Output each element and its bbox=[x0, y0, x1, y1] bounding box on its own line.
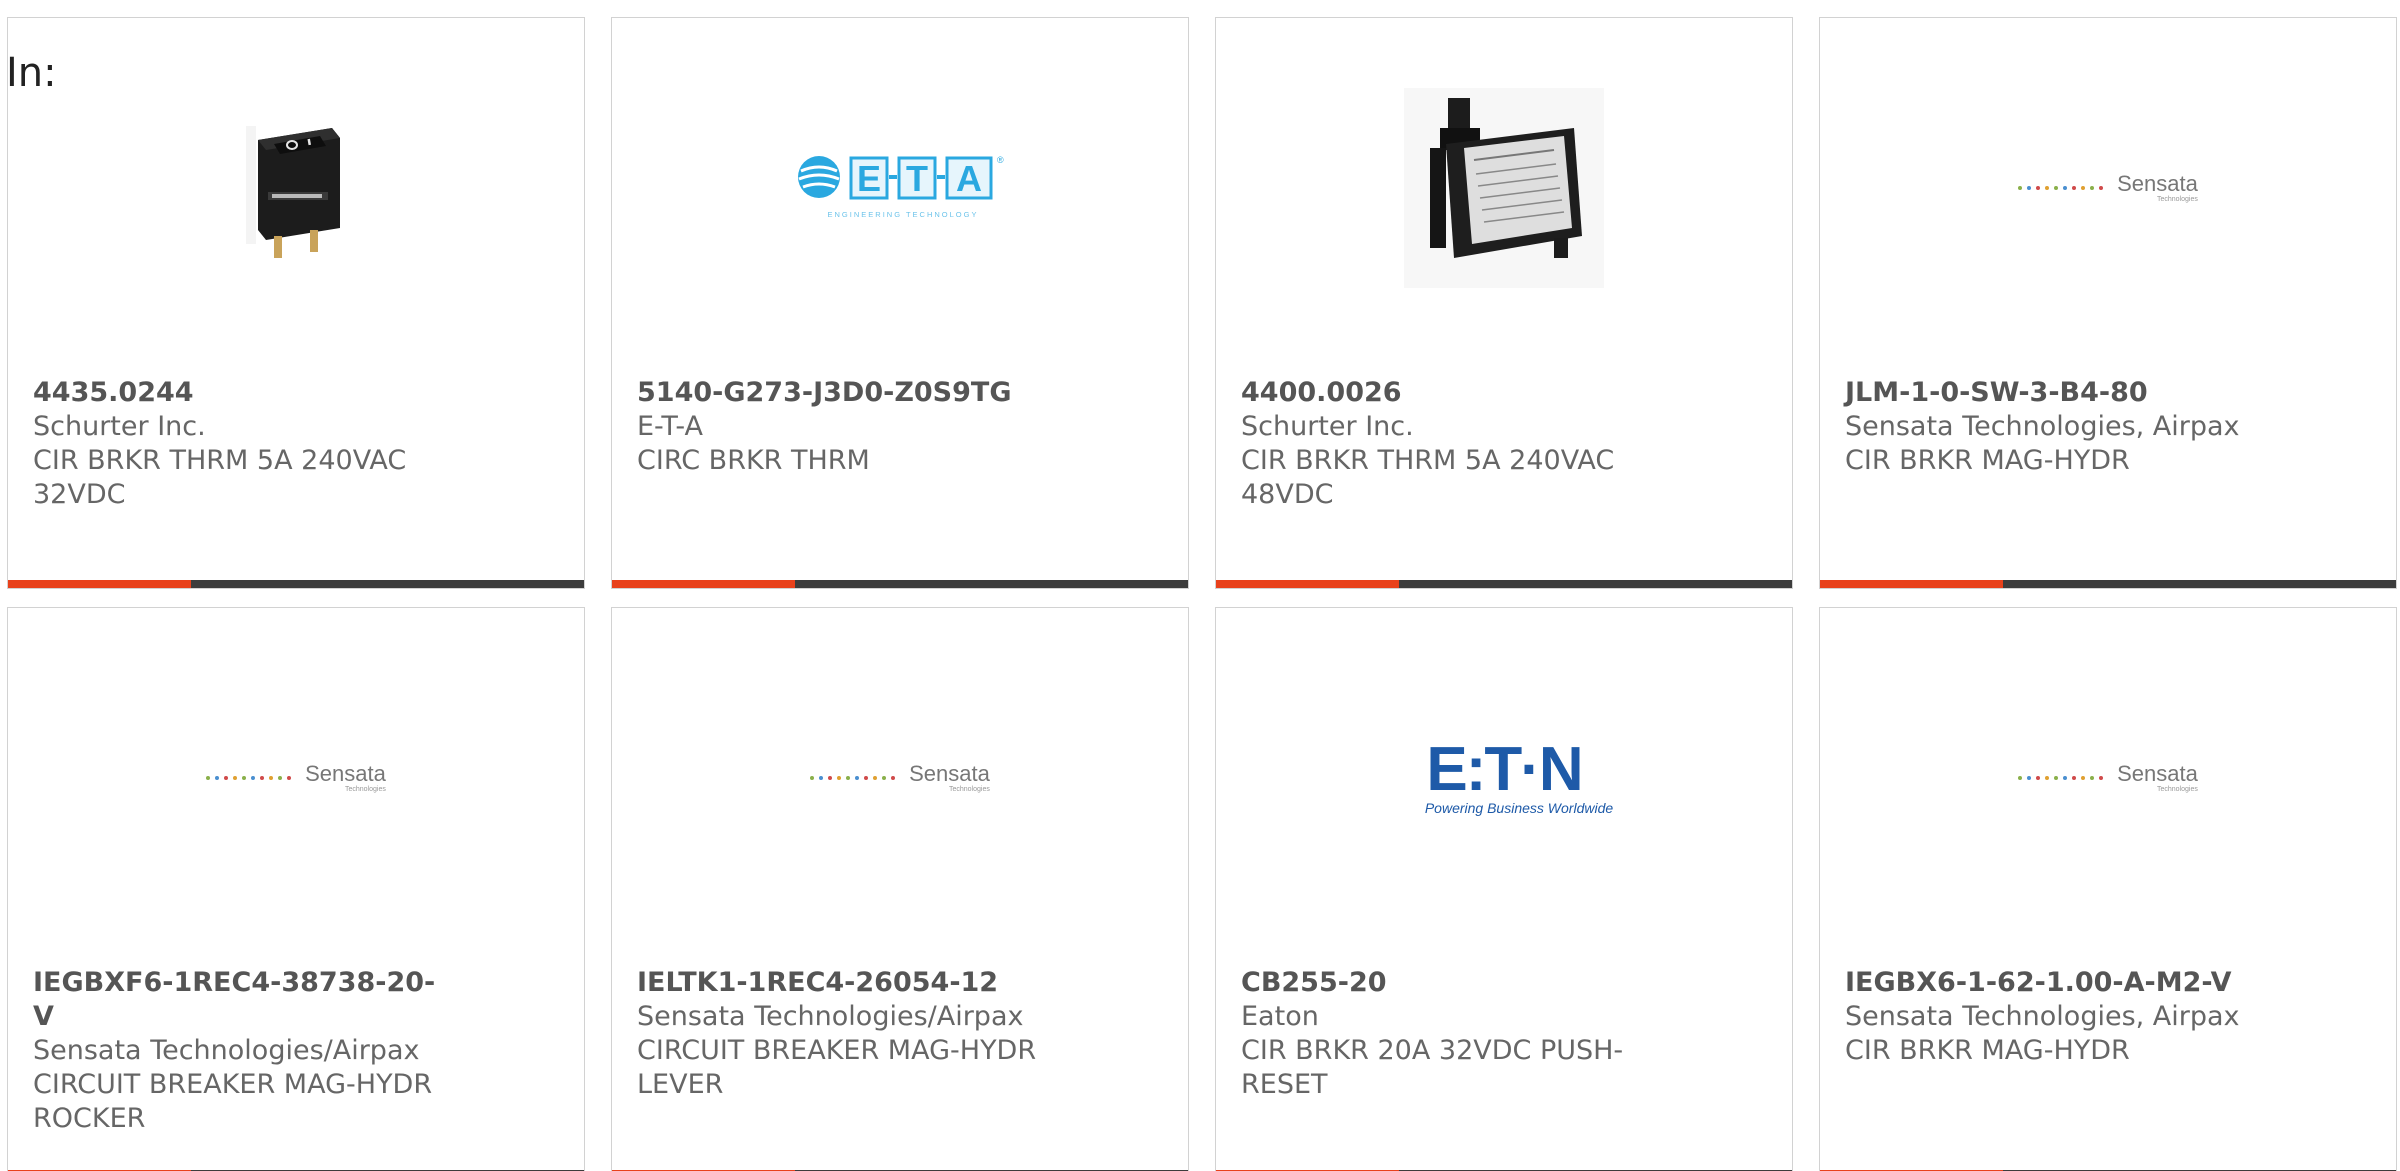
svg-text:A: A bbox=[956, 158, 982, 199]
eta-logo: E T A ® ENGINEERING TECHNOLOGY bbox=[795, 153, 1005, 223]
sensata-logo-text: Sensata bbox=[305, 761, 386, 786]
product-info: 5140-G273-J3D0-Z0S9TG E-T-A CIRC BRKR TH… bbox=[637, 376, 1057, 478]
product-card[interactable]: Sensata Technologies JLM-1-0-SW-3-B4-80 … bbox=[1819, 17, 2397, 589]
product-info: CB255-20 Eaton CIR BRKR 20A 32VDC PUSH- … bbox=[1241, 966, 1661, 1102]
manufacturer-name: Eaton bbox=[1241, 1001, 1319, 1032]
description-line: 32VDC bbox=[33, 479, 126, 510]
description-line: CIR BRKR MAG-HYDR bbox=[1845, 1035, 2130, 1066]
push-breaker-photo-icon bbox=[1404, 88, 1604, 288]
product-info: IELTK1-1REC4-26054-12 Sensata Technologi… bbox=[637, 966, 1057, 1102]
product-image[interactable]: Sensata Technologies bbox=[612, 608, 1188, 948]
description-line: CIRC BRKR THRM bbox=[637, 445, 870, 476]
product-card[interactable]: E T A ® ENGINEERING TECHNOLOGY 5140-G273… bbox=[611, 17, 1189, 589]
manufacturer-name: Schurter Inc. bbox=[33, 411, 206, 442]
product-info: IEGBX6-1-62-1.00-A-M2-V Sensata Technolo… bbox=[1845, 966, 2265, 1068]
card-bottom-bar bbox=[612, 580, 1188, 588]
svg-text:T: T bbox=[906, 158, 928, 199]
sensata-dots-icon bbox=[2018, 776, 2104, 780]
svg-text:ENGINEERING TECHNOLOGY: ENGINEERING TECHNOLOGY bbox=[828, 210, 979, 219]
part-number-link[interactable]: 4400.0026 bbox=[1241, 376, 1661, 410]
manufacturer-name: E-T-A bbox=[637, 411, 703, 442]
sensata-dots-icon bbox=[206, 776, 292, 780]
card-accent-bar bbox=[1820, 580, 2003, 588]
product-info: 4435.0244 Schurter Inc. CIR BRKR THRM 5A… bbox=[33, 376, 453, 512]
description-line: CIR BRKR 20A 32VDC PUSH- bbox=[1241, 1035, 1624, 1066]
eaton-logo: E:T·N Powering Business Worldwide bbox=[1395, 735, 1614, 817]
description-line: ROCKER bbox=[33, 1103, 146, 1134]
filter-in-label: In: bbox=[6, 50, 57, 96]
description-line: CIR BRKR THRM 5A 240VAC bbox=[33, 445, 407, 476]
svg-text:E: E bbox=[857, 158, 881, 199]
product-image[interactable]: E T A ® ENGINEERING TECHNOLOGY bbox=[612, 18, 1188, 358]
sensata-dots-icon bbox=[810, 776, 896, 780]
sensata-logo-text: Sensata bbox=[2117, 761, 2198, 786]
product-card[interactable]: E:T·N Powering Business Worldwide CB255-… bbox=[1215, 607, 1793, 1171]
sensata-logo: Sensata Technologies bbox=[810, 762, 990, 794]
description-line: CIRCUIT BREAKER MAG-HYDR bbox=[33, 1069, 433, 1100]
product-info: IEGBXF6-1REC4-38738-20-V Sensata Technol… bbox=[33, 966, 453, 1136]
product-card[interactable]: Sensata Technologies IELTK1-1REC4-26054-… bbox=[611, 607, 1189, 1171]
product-card[interactable]: 4400.0026 Schurter Inc. CIR BRKR THRM 5A… bbox=[1215, 17, 1793, 589]
product-image[interactable]: Sensata Technologies bbox=[8, 608, 584, 948]
sensata-logo-text: Sensata bbox=[909, 761, 990, 786]
part-number-link[interactable]: 5140-G273-J3D0-Z0S9TG bbox=[637, 376, 1057, 410]
sensata-logo: Sensata Technologies bbox=[2018, 762, 2198, 794]
sensata-logo-subtext: Technologies bbox=[948, 786, 990, 793]
product-card[interactable]: Sensata Technologies IEGBXF6-1REC4-38738… bbox=[7, 607, 585, 1171]
part-number-link[interactable]: IEGBX6-1-62-1.00-A-M2-V bbox=[1845, 966, 2265, 1000]
manufacturer-name: Sensata Technologies, Airpax bbox=[1845, 411, 2240, 442]
eta-logo-icon: E T A ® ENGINEERING TECHNOLOGY bbox=[798, 155, 1004, 219]
product-info: JLM-1-0-SW-3-B4-80 Sensata Technologies,… bbox=[1845, 376, 2265, 478]
manufacturer-name: Sensata Technologies/Airpax bbox=[637, 1001, 1024, 1032]
description-line: CIRCUIT BREAKER MAG-HYDR bbox=[637, 1035, 1037, 1066]
card-bottom-bar bbox=[1216, 580, 1792, 588]
manufacturer-name: Sensata Technologies, Airpax bbox=[1845, 1001, 2240, 1032]
card-accent-bar bbox=[612, 580, 795, 588]
card-accent-bar bbox=[8, 580, 191, 588]
card-accent-bar bbox=[1216, 580, 1399, 588]
product-card[interactable]: 4435.0244 Schurter Inc. CIR BRKR THRM 5A… bbox=[7, 17, 585, 589]
card-bottom-bar bbox=[8, 580, 584, 588]
part-number-link[interactable]: IELTK1-1REC4-26054-12 bbox=[637, 966, 1057, 1000]
product-image[interactable]: Sensata Technologies bbox=[1820, 608, 2396, 948]
svg-text:®: ® bbox=[997, 155, 1004, 165]
description-line: 48VDC bbox=[1241, 479, 1334, 510]
manufacturer-name: Schurter Inc. bbox=[1241, 411, 1414, 442]
product-grid-page: In: 4435.0244 Schurter Inc. CIR BRKR THR… bbox=[0, 0, 2400, 1171]
sensata-logo-text: Sensata bbox=[2117, 171, 2198, 196]
sensata-logo: Sensata Technologies bbox=[206, 762, 386, 794]
eaton-logo-tagline: Powering Business Worldwide bbox=[1424, 800, 1614, 816]
product-image[interactable]: E:T·N Powering Business Worldwide bbox=[1216, 608, 1792, 948]
card-bottom-bar bbox=[1820, 580, 2396, 588]
eaton-logo-text: E:T·N bbox=[1426, 735, 1583, 804]
rocker-breaker-photo-icon bbox=[246, 126, 340, 258]
product-info: 4400.0026 Schurter Inc. CIR BRKR THRM 5A… bbox=[1241, 376, 1661, 512]
product-card[interactable]: Sensata Technologies IEGBX6-1-62-1.00-A-… bbox=[1819, 607, 2397, 1171]
part-number-link[interactable]: JLM-1-0-SW-3-B4-80 bbox=[1845, 376, 2265, 410]
part-number-link[interactable]: CB255-20 bbox=[1241, 966, 1661, 1000]
description-line: CIR BRKR THRM 5A 240VAC bbox=[1241, 445, 1615, 476]
sensata-logo-subtext: Technologies bbox=[2156, 196, 2198, 203]
description-line: LEVER bbox=[637, 1069, 724, 1100]
description-line: CIR BRKR MAG-HYDR bbox=[1845, 445, 2130, 476]
sensata-logo: Sensata Technologies bbox=[2018, 172, 2198, 204]
product-image[interactable] bbox=[8, 18, 584, 358]
manufacturer-name: Sensata Technologies/Airpax bbox=[33, 1035, 420, 1066]
product-image[interactable]: Sensata Technologies bbox=[1820, 18, 2396, 358]
description-line: RESET bbox=[1241, 1069, 1328, 1100]
sensata-logo-subtext: Technologies bbox=[2156, 786, 2198, 793]
part-number-link[interactable]: IEGBXF6-1REC4-38738-20-V bbox=[33, 966, 453, 1034]
part-number-link[interactable]: 4435.0244 bbox=[33, 376, 453, 410]
sensata-dots-icon bbox=[2018, 186, 2104, 190]
sensata-logo-subtext: Technologies bbox=[344, 786, 386, 793]
product-image[interactable] bbox=[1216, 18, 1792, 358]
